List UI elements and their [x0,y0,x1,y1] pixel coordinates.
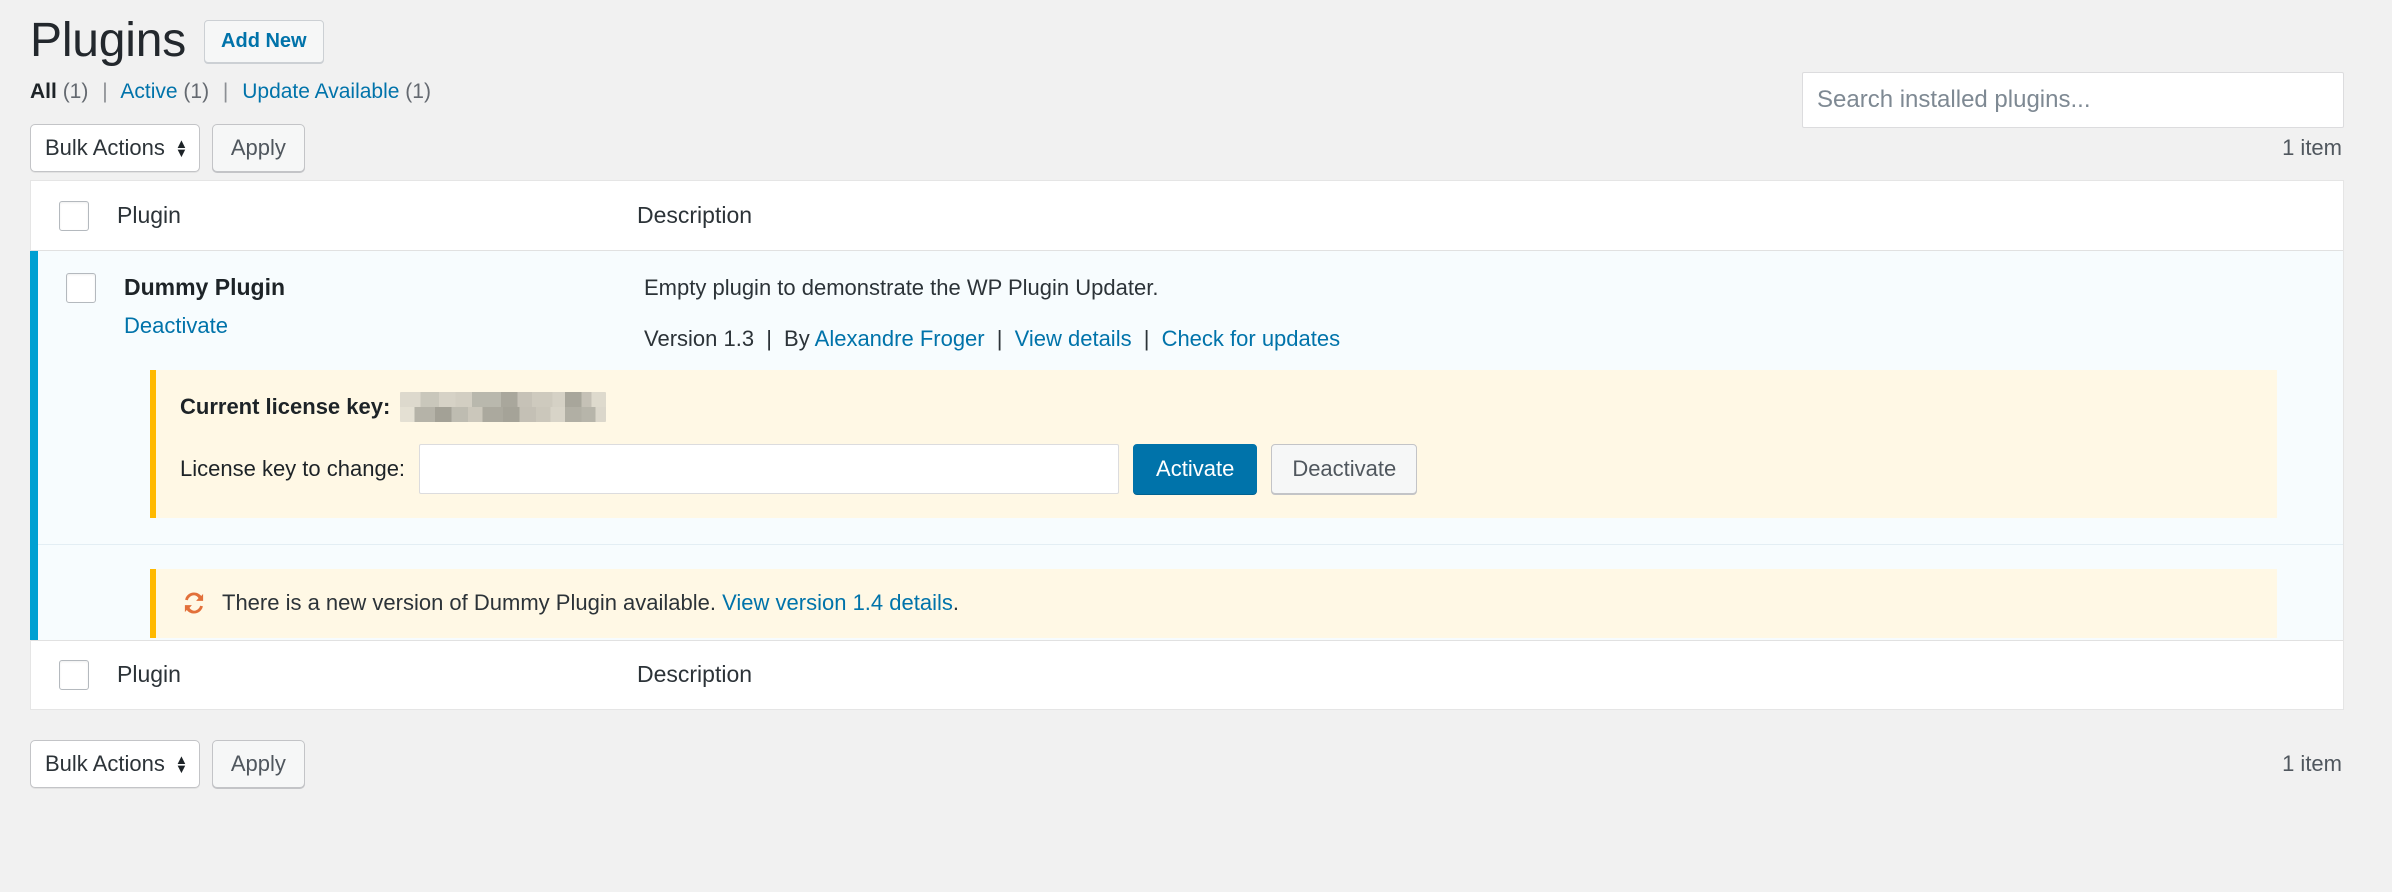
select-all-cell-bottom [31,660,117,690]
plugin-title: Dummy Plugin [124,273,644,303]
meta-separator-2: | [997,326,1003,351]
update-notice-text: There is a new version of Dummy Plugin a… [222,590,959,616]
license-notice: Current license key: License key to chan… [150,370,2277,518]
plugin-name-cell: Dummy Plugin Deactivate [124,273,644,352]
current-license-value-masked [400,392,606,422]
select-all-checkbox-top[interactable] [59,201,89,231]
column-header-description-bottom: Description [637,661,2343,688]
license-change-label: License key to change: [180,456,405,482]
search-input[interactable] [1802,72,2344,128]
plugin-author-link[interactable]: Alexandre Froger [815,326,985,351]
table-footer-row: Plugin Description [31,640,2343,710]
bulk-actions-label-bottom: Bulk Actions [45,751,165,777]
search-box [1802,72,2344,128]
plugin-version: Version 1.3 [644,326,754,351]
apply-button-bottom[interactable]: Apply [212,740,305,788]
bulk-actions-select-top[interactable]: Bulk Actions ▲▼ [30,124,200,172]
plugin-description: Empty plugin to demonstrate the WP Plugi… [644,273,2343,304]
filter-update-available[interactable]: Update Available [242,80,399,103]
meta-separator-3: | [1144,326,1150,351]
plugin-select-cell [38,273,124,352]
update-circular-arrows-icon [180,589,208,617]
filter-separator-2: | [223,80,228,103]
check-for-updates-link[interactable]: Check for updates [1162,326,1341,351]
page-header: Plugins Add New [30,0,2344,72]
license-activate-button[interactable]: Activate [1133,444,1257,494]
add-new-button[interactable]: Add New [204,20,324,63]
plugin-description-cell: Empty plugin to demonstrate the WP Plugi… [644,273,2343,352]
license-key-input[interactable] [419,444,1119,494]
sort-arrows-icon: ▲▼ [175,139,188,157]
update-notice-period: . [953,590,959,615]
view-version-details-link[interactable]: View version 1.4 details [722,590,953,615]
deactivate-link[interactable]: Deactivate [124,313,228,338]
filter-all-count: (1) [63,80,89,103]
plugins-table: Plugin Description Dummy Plugin Deactiva… [30,180,2344,710]
license-change-row: License key to change: Activate Deactiva… [180,444,2253,494]
item-count-top: 1 item [2282,135,2344,161]
update-available-notice: There is a new version of Dummy Plugin a… [150,569,2277,638]
plugin-meta: Version 1.3 | By Alexandre Froger | View… [644,326,2343,352]
plugin-checkbox[interactable] [66,273,96,303]
current-license-line: Current license key: [180,392,2253,422]
item-count-bottom: 1 item [2282,751,2344,777]
apply-button-top[interactable]: Apply [212,124,305,172]
bulk-actions-select-bottom[interactable]: Bulk Actions ▲▼ [30,740,200,788]
current-license-label: Current license key: [180,394,390,420]
plugins-page: Plugins Add New All (1) | Active (1) | U… [0,0,2392,892]
meta-separator-1: | [766,326,772,351]
filter-separator-1: | [102,80,107,103]
plugin-row-actions: Deactivate [124,313,644,339]
table-row: Dummy Plugin Deactivate Empty plugin to … [30,251,2343,640]
tablenav-bottom: Bulk Actions ▲▼ Apply 1 item [30,732,2344,796]
view-details-link[interactable]: View details [1015,326,1132,351]
plugin-by-label: By [784,326,810,351]
sort-arrows-icon-bottom: ▲▼ [175,755,188,773]
filter-all[interactable]: All [30,80,57,103]
column-header-plugin-bottom: Plugin [117,661,637,688]
filter-active[interactable]: Active [120,80,177,103]
plugin-row-main: Dummy Plugin Deactivate Empty plugin to … [38,251,2343,370]
table-header-row: Plugin Description [31,181,2343,251]
select-all-checkbox-bottom[interactable] [59,660,89,690]
page-title: Plugins [30,15,186,68]
filter-update-count: (1) [405,80,431,103]
row-divider [38,544,2343,545]
column-header-plugin-top: Plugin [117,202,637,229]
filter-active-count: (1) [183,80,209,103]
column-header-description-top: Description [637,202,2343,229]
update-notice-message: There is a new version of Dummy Plugin a… [222,590,716,615]
license-deactivate-button[interactable]: Deactivate [1271,444,1417,494]
select-all-cell-top [31,201,117,231]
bulk-actions-label-top: Bulk Actions [45,135,165,161]
